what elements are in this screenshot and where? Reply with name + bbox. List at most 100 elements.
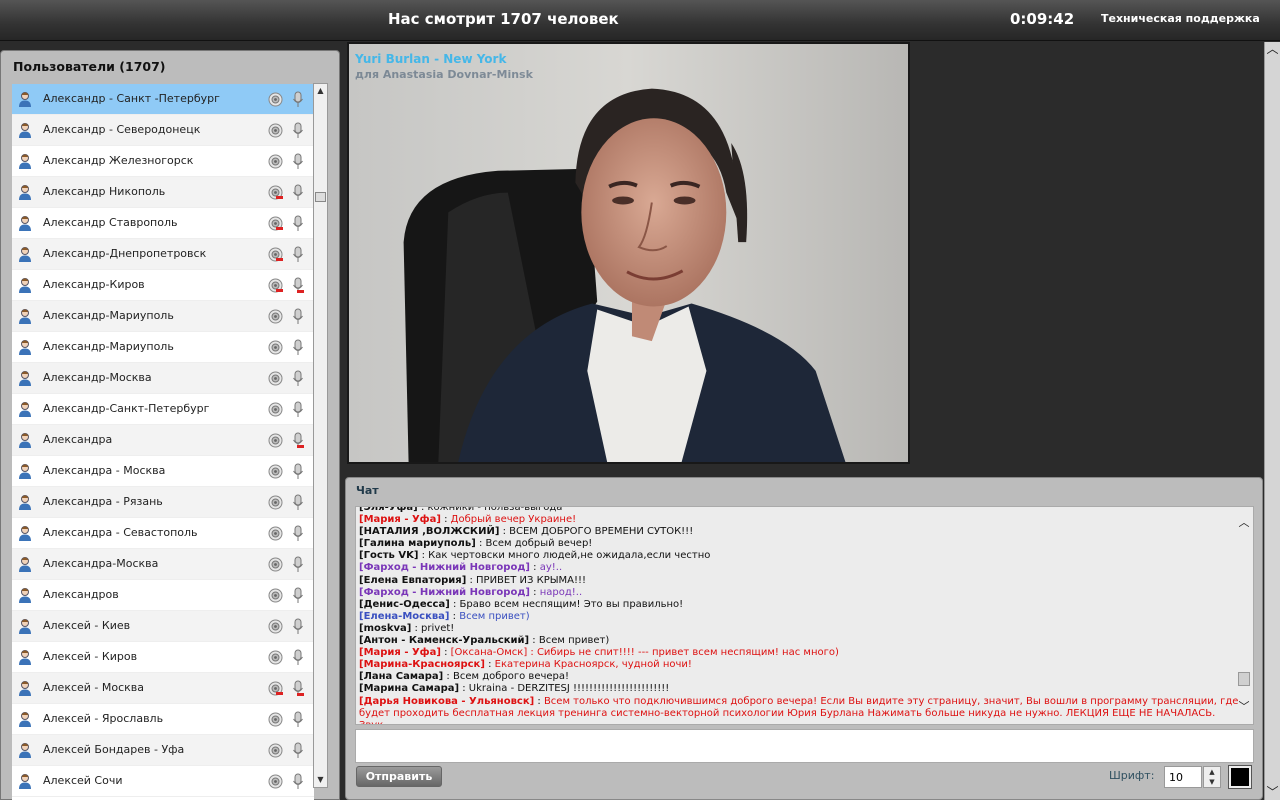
chat-scroll-down-icon[interactable]: ﹀: [1238, 701, 1250, 713]
microphone-icon[interactable]: [292, 494, 304, 511]
chat-scroll-up-icon[interactable]: ︿: [1238, 517, 1250, 529]
broadcast-timer: 0:09:42: [1010, 10, 1075, 28]
webcam-icon[interactable]: [268, 340, 283, 355]
user-list-item[interactable]: Алексей - Киев: [12, 611, 314, 642]
user-list-item[interactable]: Александр-Москва: [12, 363, 314, 394]
webcam-icon[interactable]: [268, 92, 283, 107]
microphone-icon[interactable]: [292, 184, 304, 201]
microphone-off-icon[interactable]: [292, 680, 304, 697]
page-scroll-down-icon[interactable]: ﹀: [1265, 785, 1280, 800]
user-list-item[interactable]: Алексей Сочи: [12, 766, 314, 797]
font-size-stepper[interactable]: ▲ ▼: [1203, 766, 1221, 788]
user-list-item[interactable]: Александр-Мариуполь: [12, 332, 314, 363]
chat-scroll-thumb[interactable]: [1238, 672, 1250, 686]
user-list-item[interactable]: Александра: [12, 425, 314, 456]
chat-message-author: [Мария - Уфа]: [359, 514, 441, 526]
user-list-item[interactable]: Алексей - Ярославль: [12, 704, 314, 735]
chat-message-input[interactable]: [355, 729, 1254, 763]
microphone-icon[interactable]: [292, 649, 304, 666]
user-list-item[interactable]: Александр-Санкт-Петербург: [12, 394, 314, 425]
user-list-item[interactable]: Александра - Рязань: [12, 487, 314, 518]
page-scroll-up-icon[interactable]: ︿: [1265, 42, 1280, 57]
user-list-scrollbar[interactable]: ▲ ▼: [313, 83, 328, 788]
microphone-icon[interactable]: [292, 308, 304, 325]
user-avatar-icon: [18, 153, 32, 169]
webcam-icon[interactable]: [268, 433, 283, 448]
webcam-icon[interactable]: [268, 526, 283, 541]
microphone-off-icon[interactable]: [292, 432, 304, 449]
microphone-icon[interactable]: [292, 463, 304, 480]
webcam-off-icon[interactable]: [268, 216, 283, 231]
webcam-icon[interactable]: [268, 588, 283, 603]
microphone-icon[interactable]: [292, 711, 304, 728]
chat-message-text: Ukraina - DERZITESJ !!!!!!!!!!!!!!!!!!!!…: [468, 683, 670, 695]
webcam-icon[interactable]: [268, 557, 283, 572]
user-list-item[interactable]: Александр - Северодонецк: [12, 115, 314, 146]
microphone-icon[interactable]: [292, 618, 304, 635]
chat-message: [Марина Самара] : Ukraina - DERZITESJ !!…: [359, 683, 1239, 695]
microphone-icon[interactable]: [292, 246, 304, 263]
send-button[interactable]: Отправить: [356, 766, 442, 787]
user-list-item[interactable]: Александр Никополь: [12, 177, 314, 208]
chat-log[interactable]: [Эля-Уфа] : кожники - польза-выгода [Мари…: [355, 506, 1254, 725]
webcam-icon[interactable]: [268, 774, 283, 789]
stepper-up-icon[interactable]: ▲: [1204, 767, 1220, 777]
microphone-icon[interactable]: [292, 773, 304, 790]
microphone-icon[interactable]: [292, 401, 304, 418]
chat-scrollbar[interactable]: ︿ ﹀: [1238, 517, 1250, 713]
user-list-item[interactable]: Александр Железногорск: [12, 146, 314, 177]
microphone-icon[interactable]: [292, 370, 304, 387]
user-avatar-icon: [18, 184, 32, 200]
microphone-off-icon[interactable]: [292, 277, 304, 294]
stepper-down-icon[interactable]: ▼: [1204, 777, 1220, 787]
user-list-item[interactable]: Александра - Москва: [12, 456, 314, 487]
microphone-icon[interactable]: [292, 215, 304, 232]
microphone-icon[interactable]: [292, 525, 304, 542]
text-color-picker[interactable]: [1228, 765, 1252, 789]
user-list-item[interactable]: Александр-Днепропетровск: [12, 239, 314, 270]
user-list-item[interactable]: Александра-Москва: [12, 549, 314, 580]
webcam-icon[interactable]: [268, 495, 283, 510]
support-link[interactable]: Техническая поддержка: [1101, 12, 1260, 25]
webcam-off-icon[interactable]: [268, 247, 283, 262]
user-list: Александр - Санкт -Петербург Александр - …: [12, 84, 314, 800]
chat-message-author: [Гость VK]: [359, 550, 419, 562]
chat-message-text: ПРИВЕТ ИЗ КРЫМА!!!: [476, 574, 587, 586]
user-list-item[interactable]: Александра - Севастополь: [12, 518, 314, 549]
webcam-icon[interactable]: [268, 743, 283, 758]
webcam-icon[interactable]: [268, 650, 283, 665]
webcam-off-icon[interactable]: [268, 278, 283, 293]
user-list-item[interactable]: Алексей - Киров: [12, 642, 314, 673]
user-list-item[interactable]: Александров: [12, 580, 314, 611]
microphone-icon[interactable]: [292, 742, 304, 759]
webcam-icon[interactable]: [268, 402, 283, 417]
chat-message-text: Браво всем неспящим! Это вы правильно!: [459, 598, 684, 610]
user-name: Александр-Мариуполь: [43, 309, 174, 322]
user-list-item[interactable]: Александр - Санкт -Петербург: [12, 84, 314, 115]
webcam-icon[interactable]: [268, 619, 283, 634]
user-list-item[interactable]: Александр Ставрополь: [12, 208, 314, 239]
microphone-icon[interactable]: [292, 587, 304, 604]
webcam-icon[interactable]: [268, 712, 283, 727]
webcam-icon[interactable]: [268, 309, 283, 324]
page-scrollbar[interactable]: ︿ ﹀: [1264, 42, 1280, 800]
scroll-up-arrow-icon[interactable]: ▲: [314, 84, 327, 98]
microphone-icon[interactable]: [292, 91, 304, 108]
microphone-icon[interactable]: [292, 153, 304, 170]
webcam-icon[interactable]: [268, 123, 283, 138]
font-size-input[interactable]: [1164, 766, 1202, 788]
microphone-icon[interactable]: [292, 122, 304, 139]
scroll-down-arrow-icon[interactable]: ▼: [314, 773, 327, 787]
webcam-off-icon[interactable]: [268, 185, 283, 200]
microphone-icon[interactable]: [292, 556, 304, 573]
user-list-item[interactable]: Алексей - Москва: [12, 673, 314, 704]
webcam-icon[interactable]: [268, 371, 283, 386]
scroll-thumb[interactable]: [315, 192, 326, 202]
webcam-icon[interactable]: [268, 464, 283, 479]
user-list-item[interactable]: Александр-Киров: [12, 270, 314, 301]
user-list-item[interactable]: Алексей Бондарев - Уфа: [12, 735, 314, 766]
webcam-icon[interactable]: [268, 154, 283, 169]
user-list-item[interactable]: Александр-Мариуполь: [12, 301, 314, 332]
microphone-icon[interactable]: [292, 339, 304, 356]
webcam-off-icon[interactable]: [268, 681, 283, 696]
